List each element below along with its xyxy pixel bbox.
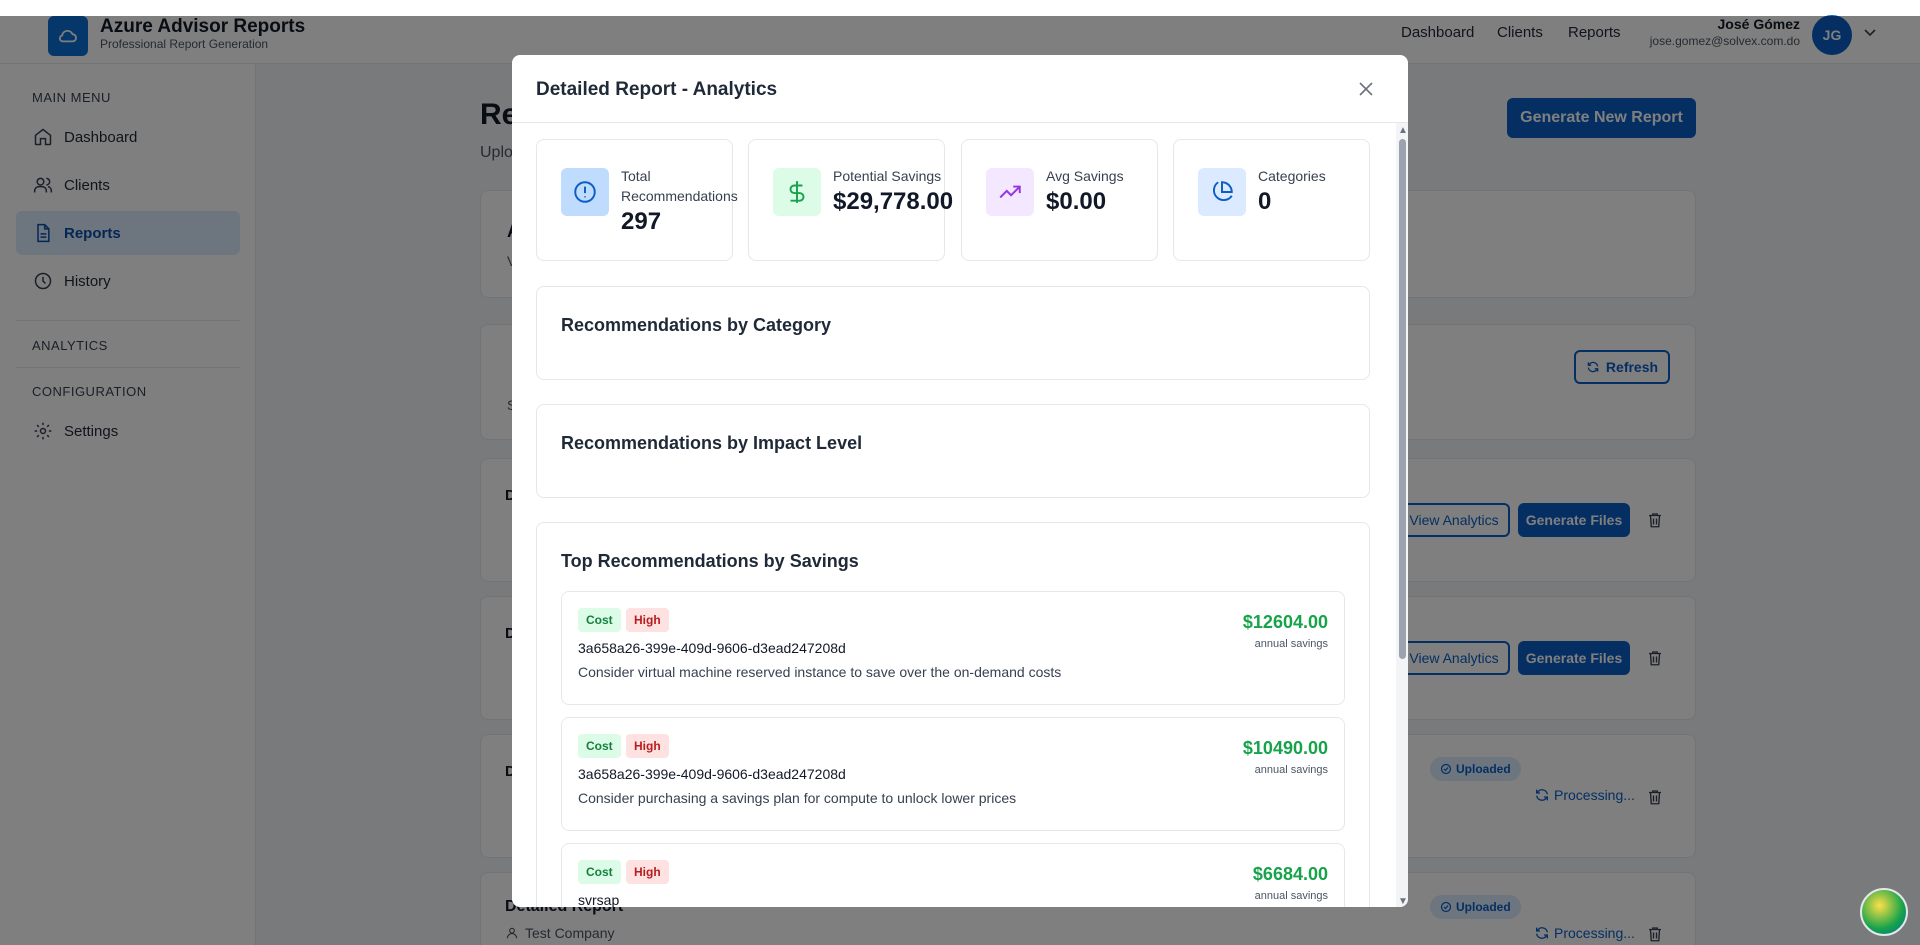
- assistant-avatar[interactable]: [1860, 888, 1908, 936]
- stat-label: Avg Savings: [1046, 168, 1124, 184]
- section-by-impact: Recommendations by Impact Level: [536, 404, 1370, 498]
- scroll-up-arrow-icon[interactable]: ▲: [1398, 125, 1408, 136]
- section-title: Recommendations by Impact Level: [561, 433, 863, 453]
- recommendation-item[interactable]: Cost High 3a658a26-399e-409d-9606-d3ead2…: [561, 591, 1345, 705]
- recommendation-description: Consider virtual machine reserved instan…: [578, 664, 1062, 680]
- stat-label: Total Recommendations: [621, 168, 738, 204]
- section-by-category: Recommendations by Category: [536, 286, 1370, 380]
- category-badge: Cost: [578, 860, 621, 884]
- stat-avg-savings: Avg Savings $0.00: [961, 139, 1158, 261]
- stat-label: Categories: [1258, 168, 1326, 184]
- category-badge: Cost: [578, 608, 621, 632]
- savings-amount: $6684.00: [1252, 864, 1328, 884]
- impact-badge: High: [626, 860, 669, 884]
- recommendation-item[interactable]: Cost High svrsap $6684.00 annual savings: [561, 843, 1345, 907]
- impact-badge: High: [626, 734, 669, 758]
- trending-up-icon: [986, 168, 1034, 216]
- savings-amount: $12604.00: [1242, 612, 1328, 632]
- pie-chart-icon: [1198, 168, 1246, 216]
- savings-label: annual savings: [1254, 890, 1328, 902]
- modal-scrollbar[interactable]: ▲ ▼: [1396, 123, 1408, 907]
- category-badge: Cost: [578, 734, 621, 758]
- stat-categories: Categories 0: [1173, 139, 1370, 261]
- alert-circle-icon: [561, 168, 609, 216]
- section-title: Top Recommendations by Savings: [561, 551, 859, 571]
- modal-body[interactable]: Total Recommendations 297 Potential Savi…: [512, 123, 1396, 907]
- savings-label: annual savings: [1254, 638, 1328, 650]
- dollar-icon: [773, 168, 821, 216]
- stat-value: 297: [621, 208, 662, 235]
- impact-badge: High: [626, 608, 669, 632]
- modal-title: Detailed Report - Analytics: [536, 79, 778, 100]
- savings-label: annual savings: [1254, 764, 1328, 776]
- savings-amount: $10490.00: [1242, 738, 1328, 758]
- close-icon[interactable]: [1354, 77, 1378, 101]
- stat-label: Potential Savings: [833, 168, 942, 184]
- resource-id: 3a658a26-399e-409d-9606-d3ead247208d: [578, 640, 846, 656]
- recommendation-description: Consider purchasing a savings plan for c…: [578, 790, 1017, 806]
- resource-id: svrsap: [578, 892, 620, 907]
- stat-total-recommendations: Total Recommendations 297: [536, 139, 738, 261]
- resource-id: 3a658a26-399e-409d-9606-d3ead247208d: [578, 766, 846, 782]
- stat-value: 0: [1258, 188, 1272, 215]
- section-title: Recommendations by Category: [561, 315, 832, 335]
- section-top-savings: Top Recommendations by Savings Cost High…: [536, 522, 1370, 907]
- recommendation-item[interactable]: Cost High 3a658a26-399e-409d-9606-d3ead2…: [561, 717, 1345, 831]
- stat-value: $0.00: [1046, 188, 1107, 215]
- scrollbar-thumb[interactable]: [1399, 139, 1406, 659]
- modal-header: Detailed Report - Analytics: [512, 55, 1408, 123]
- analytics-modal: Detailed Report - Analytics Total Recomm…: [512, 55, 1408, 907]
- stat-potential-savings: Potential Savings $29,778.00: [748, 139, 953, 261]
- scroll-down-arrow-icon[interactable]: ▼: [1398, 896, 1408, 907]
- top-strip: [0, 0, 1920, 16]
- stat-value: $29,778.00: [833, 188, 954, 215]
